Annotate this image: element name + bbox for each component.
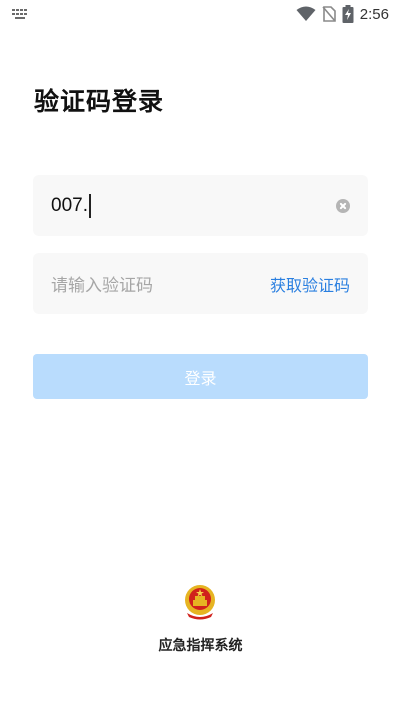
- phone-input[interactable]: 007.: [33, 175, 368, 236]
- get-code-button[interactable]: 获取验证码: [270, 272, 350, 296]
- verification-code-input[interactable]: 请输入验证码 获取验证码: [33, 253, 368, 314]
- national-emblem-icon: [185, 585, 215, 620]
- status-bar: 2:56: [0, 0, 401, 28]
- no-sim-icon: [322, 6, 336, 22]
- status-time: 2:56: [359, 5, 389, 23]
- status-left: [12, 9, 28, 19]
- app-name: 应急指挥系统: [158, 638, 243, 654]
- page-title: 验证码登录: [34, 87, 165, 116]
- login-button-label: 登录: [184, 368, 217, 388]
- login-button[interactable]: 登录: [33, 354, 368, 399]
- phone-input-value: 007.: [51, 194, 88, 216]
- keyboard-icon: [12, 9, 28, 19]
- verification-code-placeholder: 请输入验证码: [51, 276, 153, 296]
- wifi-icon: [296, 6, 316, 21]
- battery-charging-icon: [342, 5, 354, 23]
- status-right: 2:56: [296, 5, 389, 23]
- phone-input-value-wrap: 007.: [51, 193, 91, 218]
- text-cursor: [88, 193, 91, 218]
- clear-icon[interactable]: [336, 198, 350, 213]
